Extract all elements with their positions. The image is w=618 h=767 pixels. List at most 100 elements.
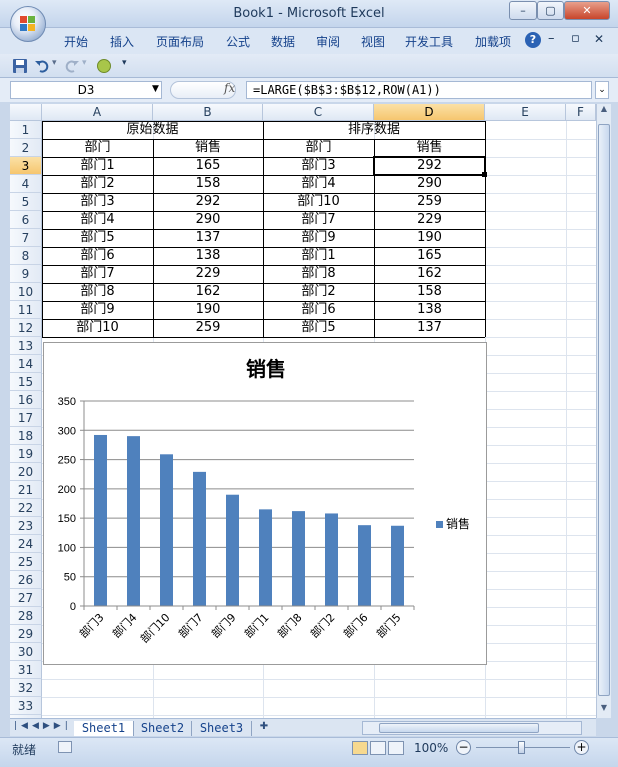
cell-sorted-dept[interactable]: 部门3 bbox=[263, 157, 374, 175]
col-dept-header[interactable]: 部门 bbox=[42, 139, 153, 157]
cell-dept[interactable]: 部门6 bbox=[42, 247, 153, 265]
cell-sales[interactable]: 138 bbox=[153, 247, 263, 265]
row-header-12[interactable]: 12 bbox=[10, 319, 42, 337]
cell-sorted-sales[interactable]: 165 bbox=[374, 247, 485, 265]
zoom-out-button[interactable]: − bbox=[456, 740, 471, 755]
cell-sales[interactable]: 190 bbox=[153, 301, 263, 319]
cell-sorted-sales[interactable]: 158 bbox=[374, 283, 485, 301]
column-header-a[interactable]: A bbox=[42, 104, 153, 121]
row-header-4[interactable]: 4 bbox=[10, 175, 42, 193]
row-header-19[interactable]: 19 bbox=[10, 445, 42, 463]
cell-sales[interactable]: 158 bbox=[153, 175, 263, 193]
row-header-22[interactable]: 22 bbox=[10, 499, 42, 517]
cell-sorted-sales[interactable]: 138 bbox=[374, 301, 485, 319]
cell-sorted-dept[interactable]: 部门1 bbox=[263, 247, 374, 265]
close-button[interactable]: ✕ bbox=[564, 1, 610, 20]
row-header-7[interactable]: 7 bbox=[10, 229, 42, 247]
cell-dept[interactable]: 部门1 bbox=[42, 157, 153, 175]
column-header-e[interactable]: E bbox=[485, 104, 566, 121]
chart[interactable]: 销售 0 50 100 150 200 250 300 350 部门3 部门4 部门10 部门7 部门9 部… bbox=[43, 342, 487, 665]
cell-sorted-sales[interactable]: 137 bbox=[374, 319, 485, 337]
header-sorted-data[interactable]: 排序数据 bbox=[263, 121, 485, 139]
col-dept-header[interactable]: 部门 bbox=[263, 139, 374, 157]
row-header-33[interactable]: 33 bbox=[10, 697, 42, 715]
cell-sorted-dept[interactable]: 部门8 bbox=[263, 265, 374, 283]
column-header-b[interactable]: B bbox=[153, 104, 263, 121]
cell-dept[interactable]: 部门2 bbox=[42, 175, 153, 193]
row-header-11[interactable]: 11 bbox=[10, 301, 42, 319]
row-header-24[interactable]: 24 bbox=[10, 535, 42, 553]
insert-function-icon[interactable]: fx bbox=[224, 81, 235, 95]
cell-sales[interactable]: 137 bbox=[153, 229, 263, 247]
cell-sorted-dept[interactable]: 部门4 bbox=[263, 175, 374, 193]
sheet-tab-1[interactable]: Sheet1 bbox=[74, 721, 134, 736]
row-header-5[interactable]: 5 bbox=[10, 193, 42, 211]
row-header-9[interactable]: 9 bbox=[10, 265, 42, 283]
cell-dept[interactable]: 部门4 bbox=[42, 211, 153, 229]
horizontal-scrollbar[interactable] bbox=[362, 721, 582, 735]
minimize-button[interactable]: – bbox=[509, 1, 537, 20]
sheet-tab-3[interactable]: Sheet3 bbox=[192, 721, 252, 736]
cell-dept[interactable]: 部门8 bbox=[42, 283, 153, 301]
tab-0[interactable]: 开始 bbox=[64, 33, 88, 50]
cell-sales[interactable]: 292 bbox=[153, 193, 263, 211]
formula-input[interactable]: =LARGE($B$3:$B$12,ROW(A1)) bbox=[246, 81, 592, 99]
undo-dropdown-icon[interactable]: ▾ bbox=[52, 58, 57, 68]
cell-dept[interactable]: 部门10 bbox=[42, 319, 153, 337]
worksheet-grid[interactable]: A B C D E F 1 2 3 4 5 6 7 8 9 10 11 12 13 14 15 16 17 18 19 20 21 2… bbox=[10, 104, 596, 718]
zoom-level[interactable]: 100% bbox=[414, 741, 448, 755]
tab-4[interactable]: 数据 bbox=[271, 33, 295, 50]
cell-sales[interactable]: 165 bbox=[153, 157, 263, 175]
row-header-28[interactable]: 28 bbox=[10, 607, 42, 625]
office-button[interactable] bbox=[10, 6, 46, 42]
cell-sorted-dept[interactable]: 部门2 bbox=[263, 283, 374, 301]
row-header-32[interactable]: 32 bbox=[10, 679, 42, 697]
normal-view-icon[interactable] bbox=[352, 741, 368, 755]
row-header-20[interactable]: 20 bbox=[10, 463, 42, 481]
column-header-c[interactable]: C bbox=[263, 104, 374, 121]
undo-icon[interactable] bbox=[34, 58, 50, 74]
sheet-nav-icon[interactable]: |◀◀▶▶| bbox=[14, 721, 72, 731]
cell-sales[interactable]: 229 bbox=[153, 265, 263, 283]
expand-formula-icon[interactable]: ⌄ bbox=[595, 81, 609, 99]
ribbon-restore-button[interactable]: ▫ bbox=[571, 31, 580, 46]
row-header-10[interactable]: 10 bbox=[10, 283, 42, 301]
tab-1[interactable]: 插入 bbox=[110, 33, 134, 50]
row-header-29[interactable]: 29 bbox=[10, 625, 42, 643]
cell-sales[interactable]: 259 bbox=[153, 319, 263, 337]
tab-8[interactable]: 加载项 bbox=[475, 33, 511, 50]
cell-dept[interactable]: 部门3 bbox=[42, 193, 153, 211]
row-header-26[interactable]: 26 bbox=[10, 571, 42, 589]
column-header-d[interactable]: D bbox=[374, 104, 485, 121]
header-original-data[interactable]: 原始数据 bbox=[42, 121, 263, 139]
redo-icon[interactable] bbox=[64, 58, 80, 74]
row-header-17[interactable]: 17 bbox=[10, 409, 42, 427]
row-header-1[interactable]: 1 bbox=[10, 121, 42, 139]
row-header-31[interactable]: 31 bbox=[10, 661, 42, 679]
name-box-dropdown-icon[interactable]: ▼ bbox=[152, 84, 159, 94]
col-sales-header[interactable]: 销售 bbox=[153, 139, 263, 157]
row-header-25[interactable]: 25 bbox=[10, 553, 42, 571]
column-header-f[interactable]: F bbox=[566, 104, 596, 121]
tab-5[interactable]: 审阅 bbox=[316, 33, 340, 50]
page-break-view-icon[interactable] bbox=[388, 741, 404, 755]
maximize-button[interactable]: ▢ bbox=[537, 1, 564, 20]
row-header-14[interactable]: 14 bbox=[10, 355, 42, 373]
cell-sorted-sales[interactable]: 162 bbox=[374, 265, 485, 283]
ribbon-minimize-button[interactable]: – bbox=[548, 31, 555, 46]
row-header-13[interactable]: 13 bbox=[10, 337, 42, 355]
zoom-in-button[interactable]: + bbox=[574, 740, 589, 755]
macro-record-icon[interactable] bbox=[58, 741, 72, 753]
sheet-tab-2[interactable]: Sheet2 bbox=[134, 721, 192, 736]
scroll-down-icon[interactable]: ▼ bbox=[598, 703, 610, 717]
tab-3[interactable]: 公式 bbox=[226, 33, 250, 50]
row-header-6[interactable]: 6 bbox=[10, 211, 42, 229]
customize-qat-icon[interactable]: ▾ bbox=[122, 58, 127, 68]
tab-2[interactable]: 页面布局 bbox=[156, 33, 204, 50]
row-header-27[interactable]: 27 bbox=[10, 589, 42, 607]
scroll-up-icon[interactable]: ▲ bbox=[598, 104, 610, 118]
cell-sales[interactable]: 290 bbox=[153, 211, 263, 229]
col-sales-header[interactable]: 销售 bbox=[374, 139, 485, 157]
row-header-3[interactable]: 3 bbox=[10, 157, 42, 175]
vertical-scrollbar[interactable]: ▲ ▼ bbox=[596, 104, 611, 718]
